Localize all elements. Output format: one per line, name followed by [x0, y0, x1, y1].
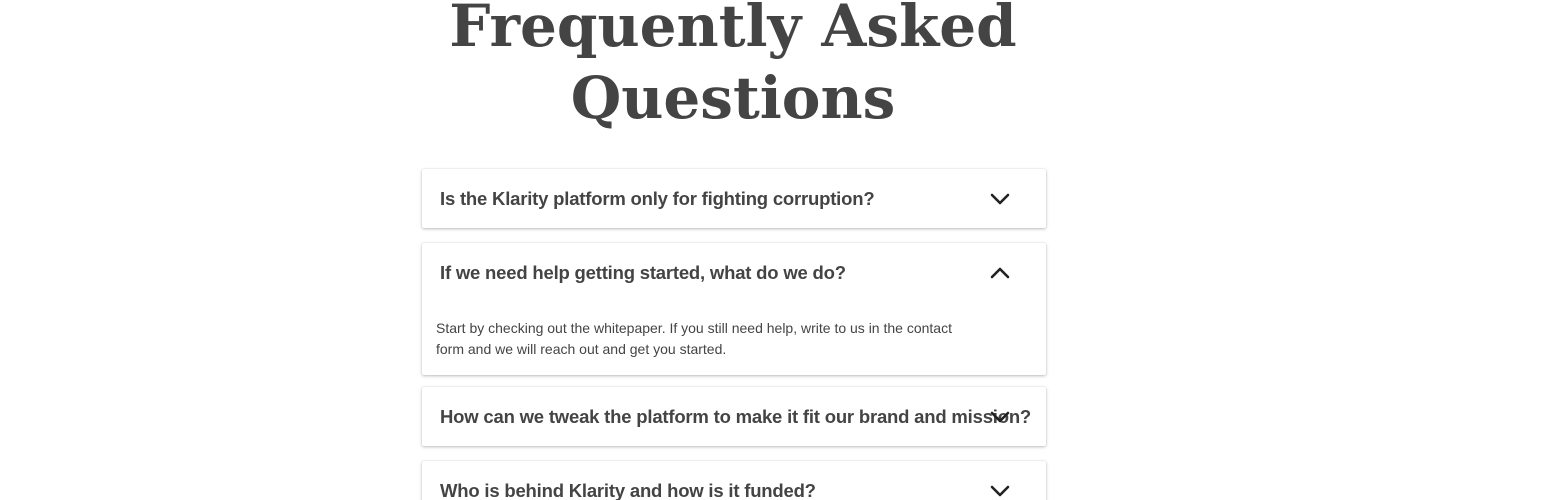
- faq-item-getting-started[interactable]: If we need help getting started, what do…: [422, 243, 1046, 375]
- chevron-up-icon[interactable]: [989, 262, 1011, 284]
- page-title: Frequently Asked Questions: [0, 0, 1466, 134]
- faq-header[interactable]: Is the Klarity platform only for fightin…: [422, 169, 1046, 228]
- faq-answer: Start by checking out the whitepaper. If…: [436, 320, 952, 357]
- faq-item-platform-purpose[interactable]: Is the Klarity platform only for fightin…: [422, 169, 1046, 228]
- faq-question[interactable]: If we need help getting started, what do…: [440, 243, 846, 302]
- chevron-down-icon[interactable]: [989, 406, 1011, 428]
- faq-header[interactable]: If we need help getting started, what do…: [422, 243, 1046, 302]
- chevron-down-icon[interactable]: [989, 480, 1011, 500]
- faq-question[interactable]: Who is behind Klarity and how is it fund…: [440, 461, 816, 500]
- page-title-line-1: Frequently Asked: [449, 0, 1017, 60]
- faq-item-brand-customization[interactable]: How can we tweak the platform to make it…: [422, 387, 1046, 446]
- page-title-line-2: Questions: [570, 64, 896, 132]
- faq-question[interactable]: How can we tweak the platform to make it…: [440, 387, 1031, 446]
- faq-question[interactable]: Is the Klarity platform only for fightin…: [440, 169, 875, 228]
- chevron-down-icon[interactable]: [989, 188, 1011, 210]
- faq-header[interactable]: Who is behind Klarity and how is it fund…: [422, 461, 1046, 500]
- faq-item-funding[interactable]: Who is behind Klarity and how is it fund…: [422, 461, 1046, 500]
- faq-header[interactable]: How can we tweak the platform to make it…: [422, 387, 1046, 446]
